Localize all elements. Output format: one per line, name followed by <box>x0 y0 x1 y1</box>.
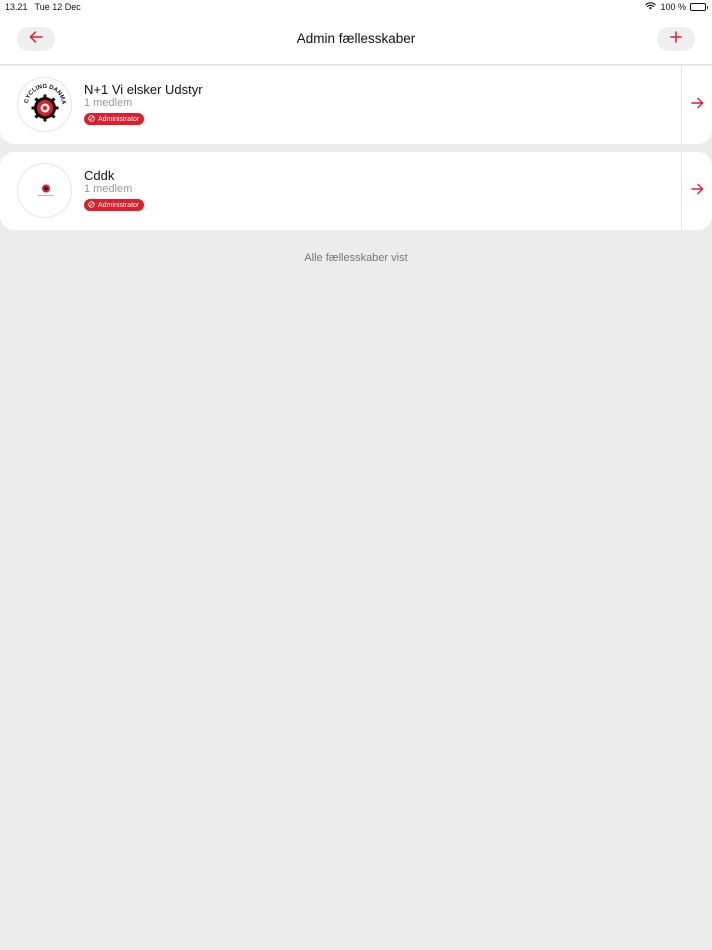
status-bar: 13.21 Tue 12 Dec 100 % <box>0 0 712 16</box>
wifi-icon <box>645 2 657 12</box>
no-entry-icon <box>88 114 95 124</box>
add-community-button[interactable] <box>657 27 695 51</box>
cddk-logo-icon <box>19 165 70 216</box>
role-badge: Administrator <box>84 113 145 125</box>
community-name: N+1 Vi elsker Udstyr <box>84 82 203 97</box>
battery-percent: 100 % <box>660 2 686 12</box>
no-entry-icon <box>88 200 95 210</box>
community-card[interactable]: CYCLING DANMARK.CC N+1 Vi e <box>0 66 712 144</box>
status-time: 13.21 <box>5 2 28 12</box>
status-left: 13.21 Tue 12 Dec <box>5 2 81 12</box>
role-badge-label: Administrator <box>98 115 140 123</box>
role-badge: Administrator <box>84 199 145 211</box>
open-community-button[interactable] <box>682 152 712 230</box>
community-avatar: CYCLING DANMARK.CC <box>17 77 72 132</box>
role-badge-label: Administrator <box>98 201 140 209</box>
top-nav-bar: Admin fællesskaber <box>0 16 712 65</box>
battery-icon <box>690 3 708 11</box>
page-title: Admin fællesskaber <box>296 31 416 46</box>
member-count: 1 medlem <box>84 97 133 109</box>
list-end-note: Alle fællesskaber vist <box>304 252 408 264</box>
arrow-right-icon <box>690 182 704 200</box>
status-right: 100 % <box>645 2 708 12</box>
community-avatar <box>17 163 72 218</box>
arrow-right-icon <box>690 96 704 114</box>
cycling-danmark-logo-icon: CYCLING DANMARK.CC <box>19 79 70 130</box>
community-name: Cddk <box>84 168 115 183</box>
community-card[interactable]: Cddk 1 medlem Administrator <box>0 152 712 230</box>
open-community-button[interactable] <box>682 66 712 144</box>
plus-icon <box>670 30 682 48</box>
status-date: Tue 12 Dec <box>34 2 81 12</box>
member-count: 1 medlem <box>84 183 133 195</box>
